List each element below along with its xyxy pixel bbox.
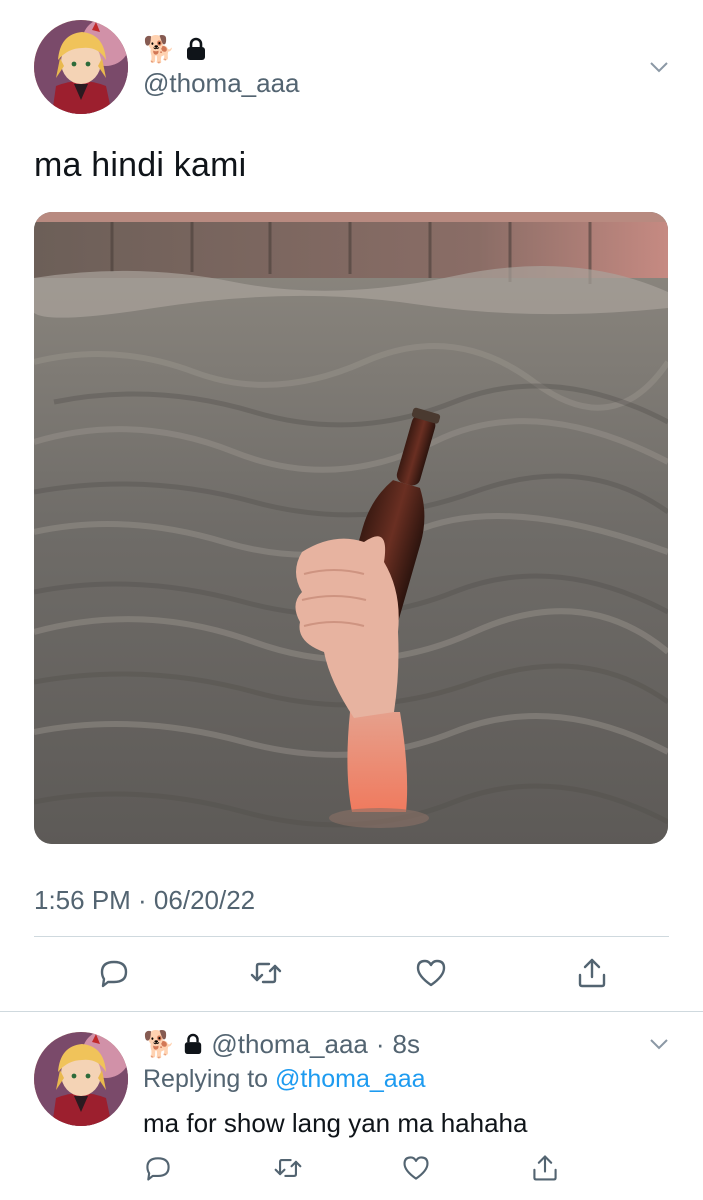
like-icon — [403, 1156, 429, 1180]
reply-icon — [146, 1157, 170, 1181]
reply-text: ma for show lang yan ma hahaha — [143, 1108, 528, 1138]
replying-to: Replying to @thoma_aaa — [143, 1065, 426, 1094]
lock-icon — [185, 37, 207, 61]
retweet-icon — [274, 1159, 302, 1177]
reply-share-button[interactable] — [525, 1148, 565, 1188]
separator-dot: · — [375, 1028, 385, 1059]
reply-author-avatar[interactable] — [34, 1032, 128, 1126]
author-avatar[interactable] — [34, 20, 128, 114]
divider — [34, 936, 669, 937]
reply-header: 🐕 @thoma_aaa · 8s — [143, 1026, 420, 1062]
reply-icon — [100, 960, 128, 988]
share-icon — [533, 1155, 557, 1181]
retweet-icon — [250, 962, 282, 984]
tweet-separator — [0, 1011, 703, 1012]
reply-button[interactable] — [94, 953, 134, 993]
replying-mention[interactable]: @thoma_aaa — [275, 1065, 425, 1093]
reply-reply-button[interactable] — [138, 1148, 178, 1188]
replying-prefix: Replying to — [143, 1065, 269, 1093]
retweet-button[interactable] — [246, 953, 286, 993]
reply-more-options-icon[interactable] — [648, 1033, 670, 1055]
like-icon — [416, 959, 446, 987]
reply-retweet-button[interactable] — [268, 1148, 308, 1188]
lock-icon — [183, 1033, 203, 1055]
avatar-image — [34, 20, 128, 114]
more-options-icon[interactable] — [648, 56, 670, 78]
share-button[interactable] — [572, 953, 612, 993]
share-icon — [578, 958, 606, 988]
like-button[interactable] — [411, 953, 451, 993]
reply-time[interactable]: 8s — [393, 1029, 420, 1060]
tweet-text: ma hindi kami — [34, 146, 247, 184]
tweet-photo[interactable] — [34, 212, 668, 844]
reply-like-button[interactable] — [396, 1148, 436, 1188]
dog-emoji: 🐕 — [143, 1029, 176, 1059]
reply-author-handle[interactable]: @thoma_aaa — [211, 1029, 368, 1060]
photo-content — [34, 212, 668, 844]
author-name[interactable]: 🐕 — [143, 34, 207, 64]
tweet-timestamp[interactable]: 1:56 PM · 06/20/22 — [34, 885, 255, 916]
avatar-image — [34, 1032, 128, 1126]
dog-emoji: 🐕 — [143, 34, 176, 64]
author-handle[interactable]: @thoma_aaa — [143, 68, 300, 99]
